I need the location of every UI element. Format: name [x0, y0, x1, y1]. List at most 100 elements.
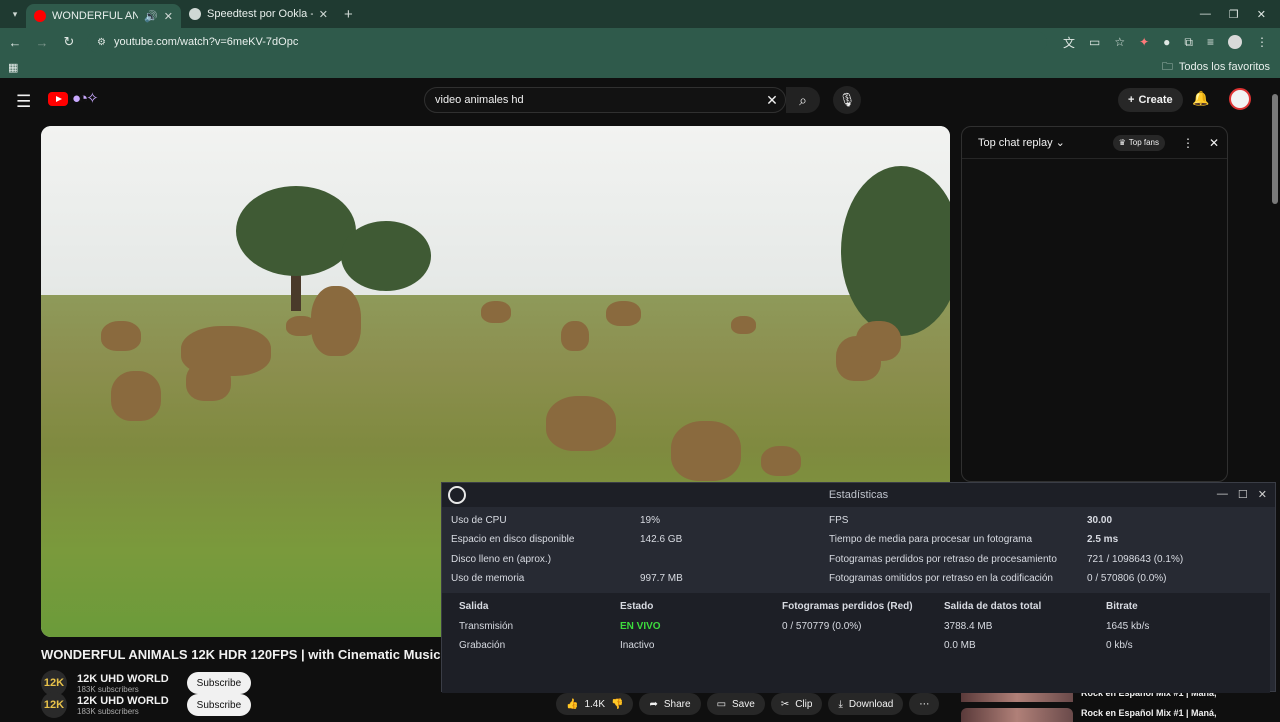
channel-info: 12K UHD WORLD 183K subscribers — [77, 695, 169, 716]
close-icon[interactable]: ✕ — [1258, 488, 1267, 501]
channel-name[interactable]: 12K UHD WORLD — [77, 673, 169, 685]
search-query: video animales hd — [435, 94, 524, 106]
tab-title: Speedtest por Ookla - La — [207, 8, 313, 20]
chat-mode-dropdown[interactable]: Top chat replay ⌄ — [978, 136, 1113, 149]
table-header: Salida — [459, 601, 489, 612]
new-tab-button[interactable]: + — [336, 6, 361, 23]
top-fans-button[interactable]: ♛ Top fans — [1112, 134, 1165, 151]
all-bookmarks-label: Todos los favoritos — [1178, 61, 1270, 73]
chat-more-icon[interactable]: ⋮ — [1175, 136, 1201, 150]
forward-icon[interactable]: → — [30, 35, 54, 50]
subscribe-button[interactable]: Subscribe — [186, 694, 252, 716]
video-actions: 👍 1.4K 👎 ➦ Share ▭ Save ✂ Clip ⤓ Download ⋯ — [556, 693, 940, 715]
restore-icon[interactable]: ❐ — [1229, 8, 1239, 21]
stat-value: 19% — [640, 515, 661, 526]
table-cell: Grabación — [459, 640, 506, 651]
address-bar[interactable]: ⚙ youtube.com/watch?v=6meKV-7dOpc — [87, 31, 1047, 53]
baboon — [111, 371, 161, 421]
obs-window-controls: — ☐ ✕ — [1217, 488, 1267, 501]
notifications-bell-icon[interactable]: 🔔 — [1192, 90, 1209, 107]
save-label: Save — [732, 698, 755, 710]
table-header: Salida de datos total — [944, 601, 1042, 612]
clear-search-icon[interactable]: ✕ — [759, 92, 785, 109]
voice-search-button[interactable]: 🎙 — [833, 86, 861, 114]
folder-icon: 🗀 — [1161, 60, 1173, 73]
media-icon[interactable]: ≡ — [1207, 35, 1214, 49]
scissors-icon: ✂ — [780, 698, 790, 710]
table-cell: Transmisión — [459, 621, 514, 632]
download-button[interactable]: ⤓ Download — [828, 693, 904, 715]
maximize-icon[interactable]: ☐ — [1238, 488, 1248, 501]
channel-row-duplicate: 12K 12K UHD WORLD 183K subscribers Subsc… — [41, 692, 252, 718]
close-tab-icon[interactable]: ✕ — [164, 10, 173, 23]
apps-grid-icon[interactable]: ▦ — [8, 61, 18, 74]
like-button[interactable]: 👍 1.4K 👎 — [556, 693, 634, 715]
table-header: Estado — [620, 601, 654, 612]
close-chat-icon[interactable]: ✕ — [1201, 136, 1227, 150]
all-bookmarks[interactable]: 🗀 Todos los favoritos — [1162, 58, 1280, 77]
table-cell: 0 / 570779 (0.0%) — [782, 621, 862, 632]
channel-avatar[interactable]: 12K — [41, 692, 67, 718]
download-icon: ⤓ — [838, 698, 843, 710]
clip-button[interactable]: ✂ Clip — [770, 693, 823, 715]
doodle-icon[interactable]: ●◔✧ — [72, 89, 99, 107]
tab-search-icon[interactable]: ▾ — [4, 3, 26, 25]
stat-label: Fotogramas perdidos por retraso de proce… — [829, 554, 1057, 565]
stat-value: 2.5 ms — [1087, 534, 1119, 545]
minimize-icon[interactable]: — — [1200, 8, 1211, 21]
table-cell: 0.0 MB — [944, 640, 976, 651]
plus-icon: + — [1128, 94, 1135, 106]
window-controls: — ❐ ✕ — [1200, 8, 1280, 21]
tree — [236, 186, 356, 276]
share-button[interactable]: ➦ Share — [639, 693, 701, 715]
youtube-logo[interactable] — [48, 92, 68, 106]
tab-speedtest[interactable]: Speedtest por Ookla - La ✕ — [181, 0, 336, 28]
baboon — [761, 446, 801, 476]
scrollbar-thumb[interactable] — [1272, 94, 1278, 204]
minimize-icon[interactable]: — — [1217, 488, 1228, 501]
table-header: Fotogramas perdidos (Red) — [782, 601, 913, 612]
download-label: Download — [848, 698, 894, 710]
baboon — [561, 321, 589, 351]
more-actions-button[interactable]: ⋯ — [909, 693, 940, 715]
dislike-icon[interactable]: 👎 — [611, 699, 623, 710]
reload-icon[interactable]: ↻ — [57, 34, 81, 50]
account-avatar[interactable] — [1229, 88, 1251, 110]
menu-dots-icon[interactable]: ⋮ — [1256, 35, 1268, 49]
audio-icon[interactable]: 🔊 — [144, 10, 158, 23]
youtube-masthead: ☰ ●◔✧ video animales hd ✕ ⌕ 🎙 + Create 🔔 — [0, 80, 1270, 120]
tab-title: WONDERFUL ANIMALS 12K HDR 120FPS — [52, 10, 139, 22]
tab-youtube[interactable]: WONDERFUL ANIMALS 12K HDR 120FPS 🔊 ✕ — [26, 4, 181, 28]
close-window-icon[interactable]: ✕ — [1257, 8, 1266, 21]
back-icon[interactable]: ← — [3, 35, 27, 50]
extension-icon-2[interactable]: ● — [1163, 35, 1170, 49]
share-icon: ➦ — [649, 698, 658, 710]
search-input[interactable]: video animales hd ✕ — [424, 87, 786, 113]
channel-name[interactable]: 12K UHD WORLD — [77, 695, 169, 707]
menu-hamburger-icon[interactable]: ☰ — [16, 92, 31, 112]
extensions-puzzle-icon[interactable]: ⧉ — [1184, 35, 1193, 50]
translate-icon[interactable]: 文 — [1063, 34, 1075, 51]
extension-icon[interactable]: ✦ — [1139, 35, 1149, 49]
mic-icon: 🎙 — [838, 92, 856, 107]
youtube-favicon-icon — [34, 10, 46, 22]
baboon — [101, 321, 141, 351]
table-cell: 3788.4 MB — [944, 621, 993, 632]
cast-icon[interactable]: ▭ — [1089, 35, 1100, 49]
subscribe-button[interactable]: Subscribe — [186, 672, 252, 694]
more-dots-icon: ⋯ — [919, 698, 930, 710]
chat-panel: Top chat replay ⌄ ♛ Top fans ⋮ ✕ — [961, 126, 1228, 482]
obs-output-table: Salida Estado Fotogramas perdidos (Red) … — [442, 593, 1270, 693]
site-info-icon[interactable]: ⚙ — [97, 37, 106, 48]
profile-avatar[interactable] — [1228, 35, 1242, 49]
stat-label: Espacio en disco disponible — [451, 534, 575, 545]
stat-label: Fotogramas omitidos por retraso en la co… — [829, 573, 1053, 584]
create-button[interactable]: + Create — [1118, 88, 1183, 112]
baboon — [856, 321, 901, 361]
close-tab-icon[interactable]: ✕ — [319, 8, 328, 21]
obs-titlebar[interactable]: Estadísticas — ☐ ✕ — [442, 483, 1275, 507]
search-button[interactable]: ⌕ — [786, 87, 820, 113]
create-label: Create — [1138, 94, 1173, 106]
save-button[interactable]: ▭ Save — [706, 693, 765, 715]
bookmark-star-icon[interactable]: ☆ — [1114, 35, 1125, 49]
